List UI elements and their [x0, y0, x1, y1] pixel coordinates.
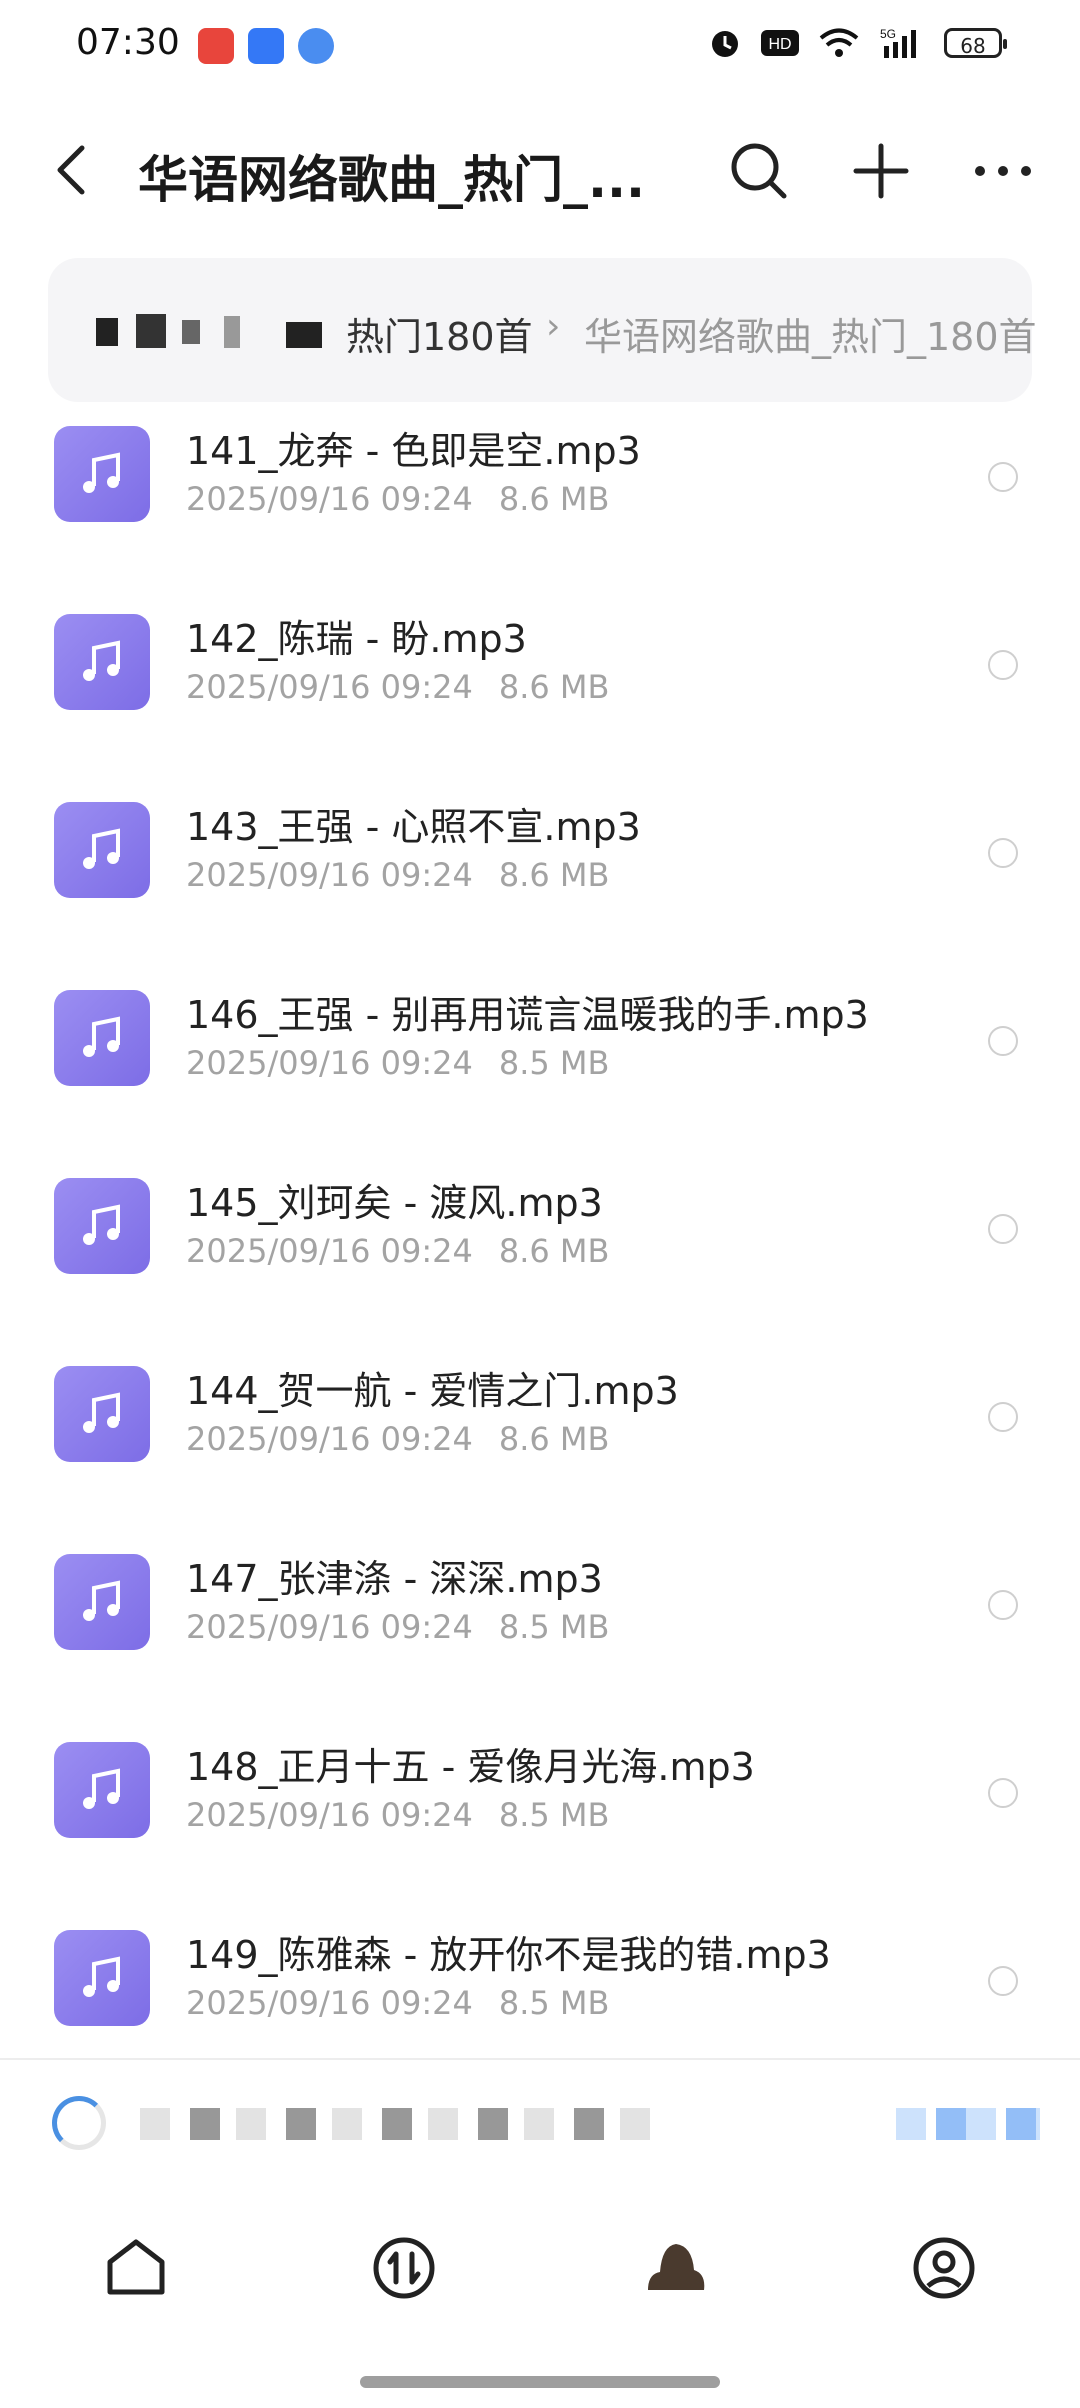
transfer-icon[interactable] — [368, 2232, 440, 2304]
svg-text:5G: 5G — [880, 27, 896, 41]
hd-icon: HD — [761, 30, 799, 56]
breadcrumb-parent[interactable]: 热门180首 — [346, 306, 533, 361]
file-date: 2025/09/16 09:24 — [186, 1232, 473, 1270]
select-radio[interactable] — [988, 1402, 1018, 1432]
loading-spinner-icon — [52, 2096, 106, 2150]
file-name: 148_正月十五 - 爱像月光海.mp3 — [186, 1745, 755, 1789]
file-size: 8.6 MB — [498, 1420, 610, 1458]
file-name: 144_贺一航 - 爱情之门.mp3 — [186, 1369, 679, 1413]
select-radio[interactable] — [988, 1026, 1018, 1056]
file-name: 145_刘珂矣 - 渡风.mp3 — [186, 1181, 603, 1225]
redacted-path-segment — [96, 314, 322, 348]
file-row[interactable]: 148_正月十五 - 爱像月光海.mp3 2025/09/16 09:24 8.5 … — [0, 1696, 1080, 1884]
status-time: 07:30 — [76, 22, 180, 63]
select-radio[interactable] — [988, 1214, 1018, 1244]
file-size: 8.5 MB — [498, 1044, 610, 1082]
select-radio[interactable] — [988, 650, 1018, 680]
header: 华语网络歌曲_热门_... — [0, 100, 1080, 240]
wifi-icon — [819, 28, 859, 57]
music-file-icon — [54, 614, 150, 710]
select-radio[interactable] — [988, 1590, 1018, 1620]
file-size: 8.6 MB — [498, 480, 610, 518]
file-size: 8.5 MB — [498, 1984, 610, 2022]
battery-indicator: 68 — [944, 28, 1007, 58]
select-radio[interactable] — [988, 838, 1018, 868]
file-name: 141_龙奔 - 色即是空.mp3 — [186, 429, 641, 473]
file-date: 2025/09/16 09:24 — [186, 1608, 473, 1646]
status-bar: 07:30 HD 5G 68 — [0, 0, 1080, 100]
file-date: 2025/09/16 09:24 — [186, 1796, 473, 1834]
file-meta: 2025/09/16 09:24 8.6 MB — [186, 856, 609, 894]
back-icon[interactable] — [44, 140, 104, 200]
file-name: 142_陈瑞 - 盼.mp3 — [186, 617, 527, 661]
music-file-icon — [54, 1366, 150, 1462]
lark-icon — [248, 28, 284, 64]
file-meta: 2025/09/16 09:24 8.5 MB — [186, 1044, 609, 1082]
breadcrumb-current: 华语网络歌曲_热门_180首 — [584, 315, 1037, 359]
redacted-status-text — [140, 2108, 660, 2140]
music-file-icon — [54, 1178, 150, 1274]
file-size: 8.6 MB — [498, 668, 610, 706]
home-indicator[interactable] — [360, 2376, 720, 2388]
cloud-icon[interactable] — [640, 2232, 712, 2304]
file-row[interactable]: 141_龙奔 - 色即是空.mp3 2025/09/16 09:24 8.6 MB — [0, 402, 1080, 568]
music-file-icon — [54, 990, 150, 1086]
select-radio[interactable] — [988, 1966, 1018, 1996]
file-row[interactable]: 144_贺一航 - 爱情之门.mp3 2025/09/16 09:24 8.6 MB — [0, 1320, 1080, 1508]
file-date: 2025/09/16 09:24 — [186, 480, 473, 518]
transfer-status-bar[interactable] — [0, 2058, 1080, 2190]
breadcrumb: 热门180首 › 华语网络歌曲_热门_180首 — [48, 258, 1037, 402]
music-file-icon — [54, 1930, 150, 2026]
plus-icon[interactable] — [846, 136, 916, 206]
file-row[interactable]: 143_王强 - 心照不宣.mp3 2025/09/16 09:24 8.6 MB — [0, 756, 1080, 944]
music-file-icon — [54, 1742, 150, 1838]
file-size: 8.6 MB — [498, 856, 610, 894]
file-meta: 2025/09/16 09:24 8.6 MB — [186, 1232, 609, 1270]
file-row[interactable]: 149_陈雅森 - 放开你不是我的错.mp3 2025/09/16 09:24 8.… — [0, 1884, 1080, 2056]
music-file-icon — [54, 426, 150, 522]
music-file-icon — [54, 1554, 150, 1650]
file-size: 8.5 MB — [498, 1796, 610, 1834]
profile-icon[interactable] — [908, 2232, 980, 2304]
tab-bar — [0, 2188, 1080, 2364]
toutiao-icon — [198, 28, 234, 64]
file-row[interactable]: 142_陈瑞 - 盼.mp3 2025/09/16 09:24 8.6 MB — [0, 568, 1080, 756]
file-date: 2025/09/16 09:24 — [186, 1420, 473, 1458]
file-meta: 2025/09/16 09:24 8.6 MB — [186, 668, 609, 706]
file-meta: 2025/09/16 09:24 8.6 MB — [186, 480, 609, 518]
file-date: 2025/09/16 09:24 — [186, 1984, 473, 2022]
file-size: 8.5 MB — [498, 1608, 610, 1646]
file-date: 2025/09/16 09:24 — [186, 856, 473, 894]
file-row[interactable]: 145_刘珂矣 - 渡风.mp3 2025/09/16 09:24 8.6 MB — [0, 1132, 1080, 1320]
home-icon[interactable] — [100, 2232, 172, 2304]
file-name: 146_王强 - 别再用谎言温暖我的手.mp3 — [186, 993, 869, 1037]
file-list: 141_龙奔 - 色即是空.mp3 2025/09/16 09:24 8.6 MB 1… — [0, 402, 1080, 2056]
file-size: 8.6 MB — [498, 1232, 610, 1270]
file-meta: 2025/09/16 09:24 8.5 MB — [186, 1984, 609, 2022]
file-date: 2025/09/16 09:24 — [186, 1044, 473, 1082]
file-meta: 2025/09/16 09:24 8.5 MB — [186, 1608, 609, 1646]
alarm-icon — [712, 31, 738, 57]
breadcrumb-separator: › — [546, 306, 561, 347]
file-name: 149_陈雅森 - 放开你不是我的错.mp3 — [186, 1933, 831, 1977]
file-row[interactable]: 147_张津涤 - 深深.mp3 2025/09/16 09:24 8.5 MB — [0, 1508, 1080, 1696]
file-row[interactable]: 146_王强 - 别再用谎言温暖我的手.mp3 2025/09/16 09:24 8… — [0, 944, 1080, 1132]
app-icon — [298, 28, 334, 64]
file-name: 147_张津涤 - 深深.mp3 — [186, 1557, 603, 1601]
5g-signal-icon: 5G — [880, 27, 916, 58]
file-date: 2025/09/16 09:24 — [186, 668, 473, 706]
file-name: 143_王强 - 心照不宣.mp3 — [186, 805, 641, 849]
select-radio[interactable] — [988, 1778, 1018, 1808]
music-file-icon — [54, 802, 150, 898]
file-meta: 2025/09/16 09:24 8.6 MB — [186, 1420, 609, 1458]
more-icon[interactable] — [968, 136, 1038, 206]
select-radio[interactable] — [988, 462, 1018, 492]
page-title: 华语网络歌曲_热门_... — [138, 151, 645, 209]
file-meta: 2025/09/16 09:24 8.5 MB — [186, 1796, 609, 1834]
search-icon[interactable] — [724, 136, 794, 206]
redacted-status-action — [896, 2108, 1040, 2140]
svg-text:HD: HD — [768, 36, 791, 53]
